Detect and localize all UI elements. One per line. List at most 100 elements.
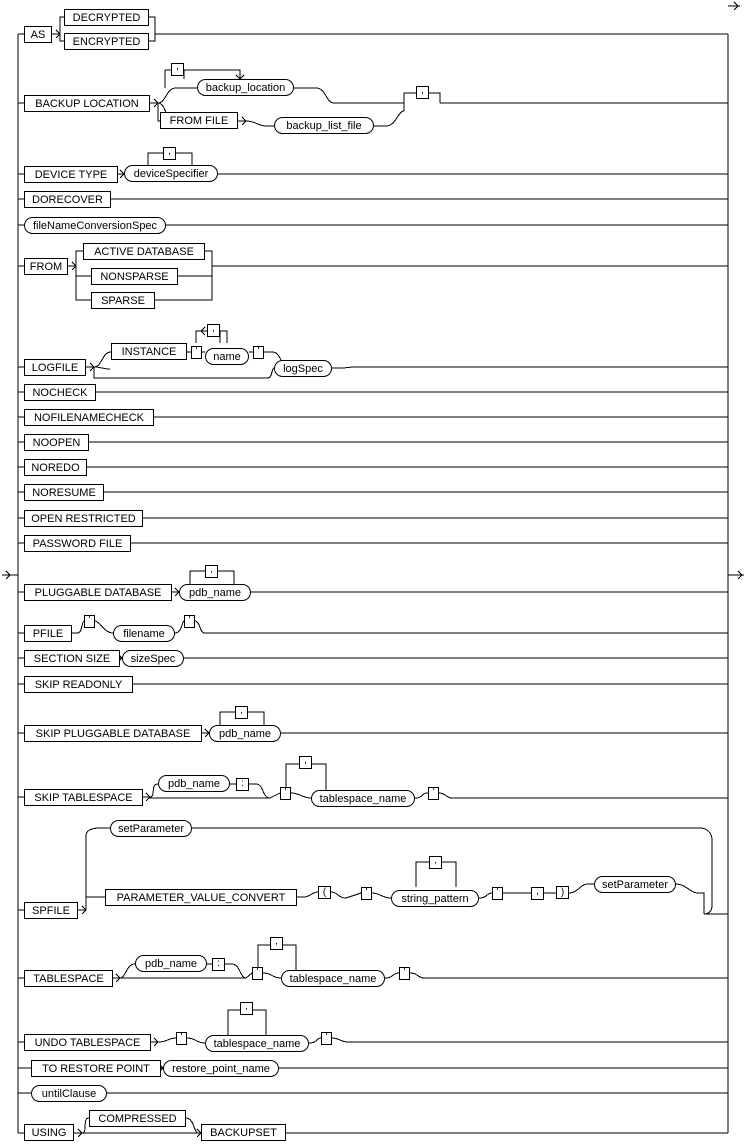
node-comma-device-type: , [163, 146, 176, 160]
node-from-label: FROM [29, 260, 63, 273]
comma-label: , [304, 754, 307, 766]
node-comma-uts: , [240, 1001, 253, 1015]
node-pdb-name-label: pdb_name [168, 777, 220, 790]
comma-label: , [212, 322, 215, 334]
quote-label: ' [257, 345, 260, 357]
node-quote-uts-2: ' [321, 1032, 332, 1045]
node-open-restricted-label: OPEN RESTRICTED [31, 512, 136, 525]
quote-label: ' [256, 966, 259, 978]
node-as: AS [24, 26, 52, 43]
node-dorecover-label: DORECOVER [32, 193, 103, 206]
node-decrypted: DECRYPTED [64, 9, 149, 26]
node-skip-readonly: SKIP READONLY [24, 676, 133, 693]
node-pluggable-database-label: PLUGGABLE DATABASE [34, 586, 162, 599]
node-tablespace-name-label: tablespace_name [319, 792, 407, 805]
node-colon-2: : [212, 958, 225, 971]
node-filename: filename [113, 625, 175, 642]
node-backup-location-value: backup_location [197, 79, 294, 96]
node-section-size: SECTION SIZE [24, 650, 120, 667]
node-using-label: USING [31, 1126, 67, 1139]
node-logfile-label: LOGFILE [31, 361, 79, 374]
node-undo-tablespace: UNDO TABLESPACE [24, 1034, 151, 1051]
quote-label: ' [180, 1031, 183, 1043]
node-colon-1: : [236, 778, 249, 791]
node-using: USING [24, 1124, 74, 1141]
node-backupset-label: BACKUPSET [210, 1126, 277, 1139]
node-comma-sp-1: , [429, 855, 442, 869]
quote-label: ' [188, 614, 191, 626]
node-section-size-label: SECTION SIZE [33, 652, 111, 665]
node-pfile: PFILE [24, 625, 72, 642]
quote-label: ' [403, 966, 406, 978]
quote-label: ' [365, 886, 368, 898]
node-logspec: logSpec [274, 360, 332, 377]
node-comma-ts-1: , [299, 754, 312, 769]
comma-label: , [240, 704, 243, 716]
node-setparameter-label: setParameter [601, 878, 669, 891]
node-quote-sp-2: ' [492, 887, 503, 900]
node-device-type: DEVICE TYPE [24, 166, 118, 183]
node-name-label: name [213, 350, 241, 363]
node-password-file: PASSWORD FILE [24, 535, 131, 552]
node-comma-sp-2: , [531, 885, 544, 900]
node-noresume: NORESUME [24, 484, 104, 501]
node-pdb-name-label: pdb_name [145, 957, 197, 970]
node-until-clause: untilClause [31, 1085, 107, 1102]
node-tablespace-name-2: tablespace_name [281, 970, 385, 987]
quote-label: ' [284, 786, 287, 798]
node-open-restricted: OPEN RESTRICTED [24, 510, 143, 527]
node-device-specifier: deviceSpecifier [124, 165, 218, 182]
comma-label: , [536, 885, 539, 897]
quote-label: ' [496, 886, 499, 898]
node-password-file-label: PASSWORD FILE [32, 537, 123, 550]
node-instance: INSTANCE [111, 343, 187, 360]
quote-label: ' [88, 614, 91, 626]
node-comma-ts-2: , [270, 936, 283, 950]
node-pdb-name-4: pdb_name [135, 955, 207, 972]
node-backup-location: BACKUP LOCATION [24, 95, 150, 112]
node-restore-point-name-label: restore_point_name [172, 1062, 270, 1075]
node-comma-backup-location-1: , [171, 62, 184, 76]
node-undo-tablespace-label: UNDO TABLESPACE [34, 1036, 141, 1049]
node-to-restore-point: TO RESTORE POINT [31, 1060, 161, 1077]
node-setparameter-2: setParameter [594, 876, 676, 893]
colon-label: : [217, 958, 220, 969]
node-logfile: LOGFILE [24, 359, 86, 376]
node-backup-location-label: BACKUP LOCATION [35, 97, 139, 110]
paren-label: ( [322, 886, 327, 898]
comma-label: , [421, 84, 424, 96]
node-decrypted-label: DECRYPTED [72, 11, 141, 24]
node-nofilenamecheck-label: NOFILENAMECHECK [33, 411, 145, 424]
node-sparse-label: SPARSE [101, 294, 145, 307]
quote-label: ' [325, 1031, 328, 1043]
quote-label: ' [432, 786, 435, 798]
node-tablespace-label: TABLESPACE [33, 972, 104, 985]
node-quote-logfile-2: ' [253, 346, 264, 359]
node-skip-readonly-label: SKIP READONLY [34, 678, 123, 691]
node-from-file: FROM FILE [160, 112, 238, 129]
node-compressed: COMPRESSED [89, 1110, 186, 1127]
node-device-type-label: DEVICE TYPE [34, 168, 108, 181]
node-quote-ts-2: ' [428, 787, 439, 800]
node-pdb-name-2: pdb_name [209, 725, 281, 742]
node-filename-conversion-spec: fileNameConversionSpec [24, 217, 166, 234]
node-quote-logfile-1: ' [191, 346, 202, 359]
node-tablespace: TABLESPACE [24, 970, 113, 987]
node-filename-label: filename [123, 627, 165, 640]
node-name: name [205, 348, 249, 365]
node-sparse: SPARSE [91, 292, 155, 309]
node-from-file-label: FROM FILE [169, 114, 229, 127]
node-setparameter-label: setParameter [117, 822, 185, 835]
node-as-label: AS [30, 28, 46, 41]
node-nofilenamecheck: NOFILENAMECHECK [24, 409, 154, 426]
node-pdb-name-1: pdb_name [179, 584, 251, 601]
node-noresume-label: NORESUME [32, 486, 96, 499]
node-skip-pluggable-database-label: SKIP PLUGGABLE DATABASE [35, 727, 191, 740]
node-active-database-label: ACTIVE DATABASE [94, 245, 194, 258]
node-comma-pdb-2: , [235, 704, 248, 719]
railroad-diagram-canvas: AS DECRYPTED ENCRYPTED BACKUP LOCATION b… [0, 0, 746, 1145]
node-quote-pfile-1: ' [84, 615, 95, 628]
node-from: FROM [24, 258, 68, 275]
node-skip-pluggable-database: SKIP PLUGGABLE DATABASE [24, 725, 202, 742]
node-nonsparse: NONSPARSE [91, 268, 178, 285]
